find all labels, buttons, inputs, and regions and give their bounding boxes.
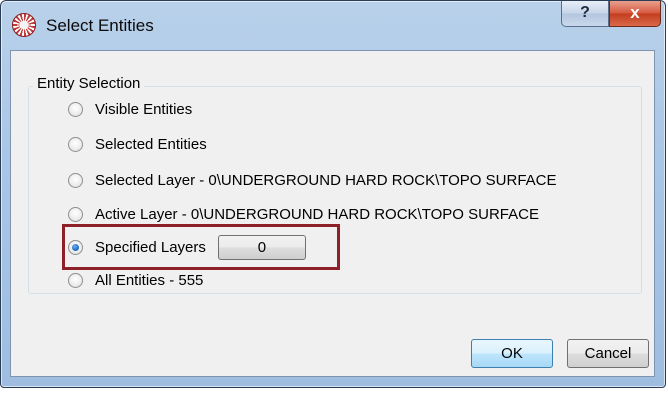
- radio-selected-entities[interactable]: [68, 136, 83, 152]
- option-specified-layers[interactable]: Specified Layers 0: [68, 234, 306, 260]
- option-label: Selected Layer - 0\UNDERGROUND HARD ROCK…: [95, 171, 557, 189]
- radio-specified-layers[interactable]: [68, 239, 83, 255]
- option-visible-entities[interactable]: Visible Entities: [68, 97, 192, 121]
- app-gear-icon: [12, 13, 36, 37]
- option-label: Visible Entities: [95, 100, 193, 118]
- close-button[interactable]: x: [609, 1, 661, 27]
- radio-all-entities[interactable]: [68, 272, 83, 288]
- radio-selected-layer[interactable]: [68, 172, 83, 188]
- option-label: Active Layer - 0\UNDERGROUND HARD ROCK\T…: [95, 205, 539, 223]
- option-active-layer[interactable]: Active Layer - 0\UNDERGROUND HARD ROCK\T…: [68, 202, 539, 226]
- help-button[interactable]: ?: [561, 1, 609, 27]
- radio-visible-entities[interactable]: [68, 101, 83, 117]
- option-selected-entities[interactable]: Selected Entities: [68, 132, 207, 156]
- ok-button[interactable]: OK: [471, 339, 553, 368]
- option-label: Selected Entities: [95, 135, 207, 153]
- title-bar[interactable]: Select Entities ? x: [1, 1, 665, 51]
- cancel-button[interactable]: Cancel: [567, 339, 649, 368]
- window-title: Select Entities: [46, 16, 154, 35]
- group-label: Entity Selection: [33, 75, 145, 92]
- radio-active-layer[interactable]: [68, 206, 83, 222]
- option-all-entities[interactable]: All Entities - 555: [68, 268, 203, 292]
- option-selected-layer[interactable]: Selected Layer - 0\UNDERGROUND HARD ROCK…: [68, 168, 557, 192]
- specified-layers-button[interactable]: 0: [217, 234, 306, 260]
- option-label: All Entities - 555: [95, 271, 204, 289]
- option-label: Specified Layers: [95, 238, 206, 256]
